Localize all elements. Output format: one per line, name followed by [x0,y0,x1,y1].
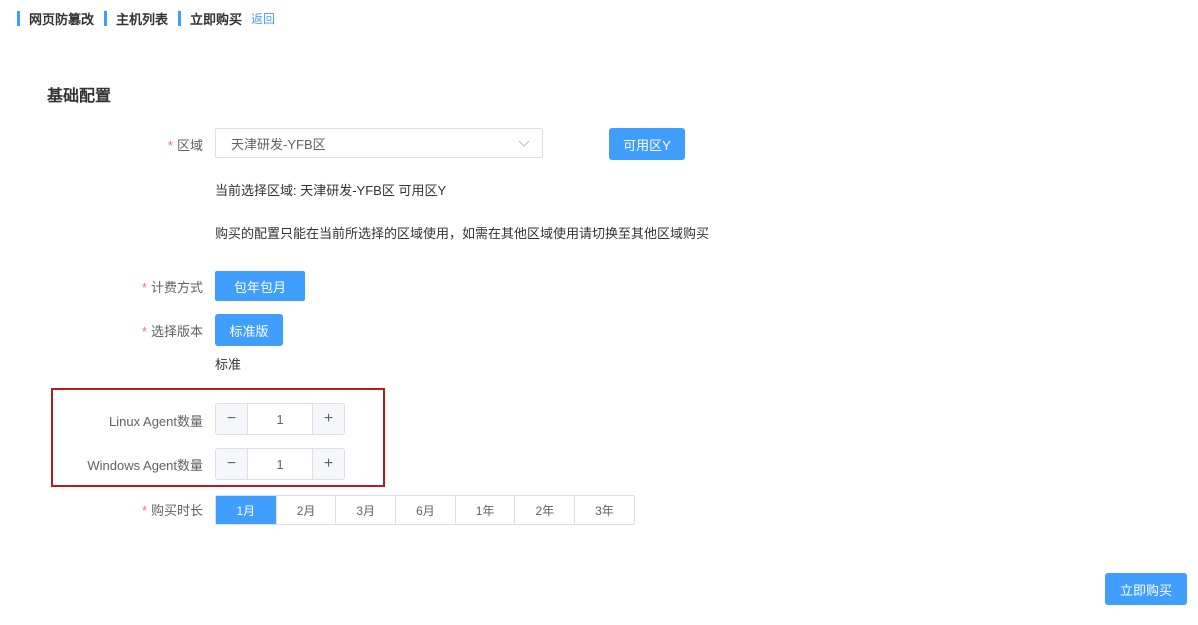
breadcrumb-separator [178,10,182,26]
duration-option-2-months[interactable]: 2月 [275,496,336,524]
required-mark: * [141,324,147,339]
region-label: * 区域 [168,135,203,154]
edition-label-text: 选择版本 [150,324,203,339]
required-mark: * [141,280,147,295]
windows-agent-stepper[interactable]: − 1 + [215,448,345,480]
duration-label: * 购买时长 [142,500,203,519]
required-mark: * [167,138,173,153]
duration-option-3-months[interactable]: 3月 [335,496,396,524]
duration-option-6-months[interactable]: 6月 [395,496,455,524]
standard-edition-button[interactable]: 标准版 [215,314,283,346]
linux-agent-count-input[interactable]: 1 [248,404,312,434]
duration-options: 1月 2月 3月 6月 1年 2年 3年 [215,495,635,525]
edition-label: * 选择版本 [142,321,203,340]
breadcrumb-label: 主机列表 [116,11,169,27]
breadcrumb: 网页防篡改 主机列表 立即购买 返回 [17,9,275,27]
required-mark: * [141,503,147,518]
zone-y-button[interactable]: 可用区Y [609,128,685,160]
breadcrumb-separator [17,10,20,26]
billing-label: * 计费方式 [142,277,203,296]
region-select[interactable]: 天津研发-YFB区 [215,128,543,158]
breadcrumb-label: 网页防篡改 [29,11,95,27]
windows-agent-count-input[interactable]: 1 [248,449,312,479]
section-title: 基础配置 [47,88,112,105]
linux-agent-stepper[interactable]: − 1 + [215,403,345,435]
breadcrumb-item-host-list[interactable]: 主机列表 [104,9,168,28]
linux-agent-increase-button[interactable]: + [312,404,344,434]
buy-now-button[interactable]: 立即购买 [1105,573,1187,605]
region-note-text: 购买的配置只能在当前所选择的区域使用，如需在其他区域使用请切换至其他区域购买 [215,226,710,241]
windows-agent-decrease-button[interactable]: − [216,449,248,479]
windows-agent-increase-button[interactable]: + [312,449,344,479]
chevron-down-icon [518,140,530,147]
breadcrumb-label: 立即购买 [190,11,243,27]
duration-option-1-month[interactable]: 1月 [216,496,276,524]
billing-label-text: 计费方式 [150,280,203,295]
region-select-value: 天津研发-YFB区 [231,136,326,152]
duration-label-text: 购买时长 [150,503,203,518]
billing-yearly-monthly-button[interactable]: 包年包月 [215,271,305,301]
linux-agent-label: Linux Agent数量 [109,414,203,429]
linux-agent-decrease-button[interactable]: − [216,404,248,434]
region-label-text: 区域 [176,138,203,153]
duration-option-2-years[interactable]: 2年 [514,496,575,524]
duration-option-3-years[interactable]: 3年 [574,496,634,524]
breadcrumb-item-web-tamper-protection[interactable]: 网页防篡改 [17,9,94,28]
duration-option-1-year[interactable]: 1年 [454,496,515,524]
breadcrumb-item-buy-now: 立即购买 [178,9,242,28]
breadcrumb-separator [104,10,108,26]
edition-description: 标准 [215,357,242,372]
back-link[interactable]: 返回 [251,10,275,27]
windows-agent-label: Windows Agent数量 [87,458,203,473]
current-region-text: 当前选择区域: 天津研发-YFB区 可用区Y [215,183,447,198]
